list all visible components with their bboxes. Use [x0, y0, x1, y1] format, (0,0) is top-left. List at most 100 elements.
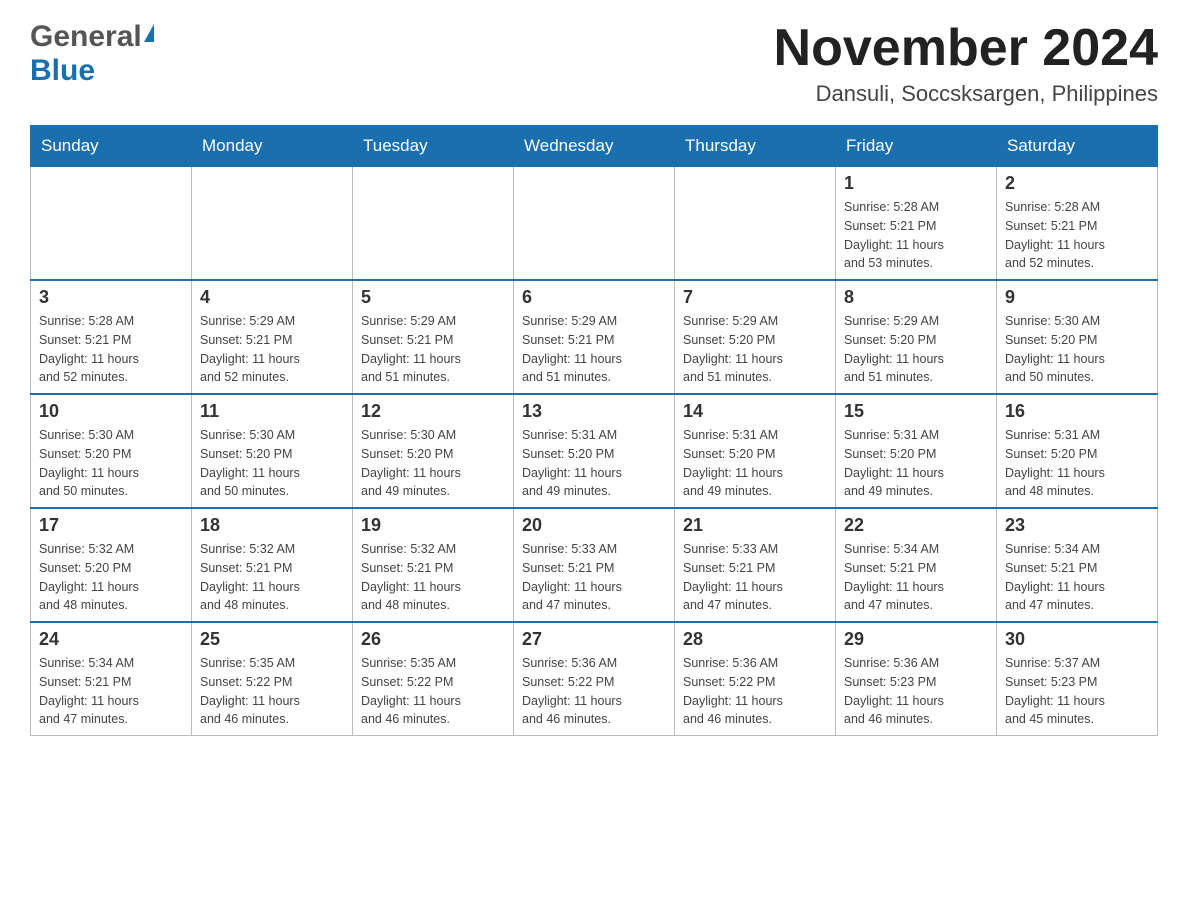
weekday-header-monday: Monday — [192, 126, 353, 167]
day-number: 28 — [683, 629, 827, 650]
weekday-header-wednesday: Wednesday — [514, 126, 675, 167]
day-number: 21 — [683, 515, 827, 536]
day-info: Sunrise: 5:30 AMSunset: 5:20 PMDaylight:… — [39, 426, 183, 501]
calendar-cell: 4 Sunrise: 5:29 AMSunset: 5:21 PMDaylight… — [192, 280, 353, 394]
calendar-cell — [353, 167, 514, 281]
day-number: 14 — [683, 401, 827, 422]
day-info: Sunrise: 5:33 AMSunset: 5:21 PMDaylight:… — [683, 540, 827, 615]
day-info: Sunrise: 5:29 AMSunset: 5:21 PMDaylight:… — [361, 312, 505, 387]
day-info: Sunrise: 5:36 AMSunset: 5:22 PMDaylight:… — [683, 654, 827, 729]
calendar-cell: 10 Sunrise: 5:30 AMSunset: 5:20 PMDayligh… — [31, 394, 192, 508]
day-number: 25 — [200, 629, 344, 650]
day-info: Sunrise: 5:28 AMSunset: 5:21 PMDaylight:… — [39, 312, 183, 387]
day-info: Sunrise: 5:28 AMSunset: 5:21 PMDaylight:… — [1005, 198, 1149, 273]
day-info: Sunrise: 5:34 AMSunset: 5:21 PMDaylight:… — [39, 654, 183, 729]
day-number: 26 — [361, 629, 505, 650]
calendar-cell: 3Sunrise: 5:28 AMSunset: 5:21 PMDaylight… — [31, 280, 192, 394]
day-info: Sunrise: 5:29 AMSunset: 5:21 PMDaylight:… — [522, 312, 666, 387]
day-number: 11 — [200, 401, 344, 422]
day-number: 15 — [844, 401, 988, 422]
calendar-cell: 24 Sunrise: 5:34 AMSunset: 5:21 PMDayligh… — [31, 622, 192, 736]
month-title: November 2024 — [774, 20, 1158, 77]
calendar-week-row: 17Sunrise: 5:32 AMSunset: 5:20 PMDayligh… — [31, 508, 1158, 622]
calendar-cell: 25 Sunrise: 5:35 AMSunset: 5:22 PMDayligh… — [192, 622, 353, 736]
day-number: 12 — [361, 401, 505, 422]
day-number: 4 — [200, 287, 344, 308]
calendar-cell: 27 Sunrise: 5:36 AMSunset: 5:22 PMDayligh… — [514, 622, 675, 736]
day-info: Sunrise: 5:35 AMSunset: 5:22 PMDaylight:… — [361, 654, 505, 729]
day-number: 29 — [844, 629, 988, 650]
logo-blue: Blue — [30, 54, 95, 87]
day-info: Sunrise: 5:31 AMSunset: 5:20 PMDaylight:… — [522, 426, 666, 501]
day-info: Sunrise: 5:30 AMSunset: 5:20 PMDaylight:… — [361, 426, 505, 501]
day-number: 5 — [361, 287, 505, 308]
day-number: 1 — [844, 173, 988, 194]
day-info: Sunrise: 5:35 AMSunset: 5:22 PMDaylight:… — [200, 654, 344, 729]
calendar-cell: 2 Sunrise: 5:28 AMSunset: 5:21 PMDaylight… — [997, 167, 1158, 281]
weekday-header-tuesday: Tuesday — [353, 126, 514, 167]
logo-triangle-icon — [144, 24, 154, 42]
logo: General Blue — [30, 20, 154, 88]
day-number: 16 — [1005, 401, 1149, 422]
calendar-cell: 14 Sunrise: 5:31 AMSunset: 5:20 PMDayligh… — [675, 394, 836, 508]
day-number: 8 — [844, 287, 988, 308]
calendar-cell: 29 Sunrise: 5:36 AMSunset: 5:23 PMDayligh… — [836, 622, 997, 736]
calendar-week-row: 24 Sunrise: 5:34 AMSunset: 5:21 PMDayligh… — [31, 622, 1158, 736]
calendar-cell: 28 Sunrise: 5:36 AMSunset: 5:22 PMDayligh… — [675, 622, 836, 736]
calendar-cell: 16Sunrise: 5:31 AMSunset: 5:20 PMDayligh… — [997, 394, 1158, 508]
day-info: Sunrise: 5:32 AMSunset: 5:21 PMDaylight:… — [361, 540, 505, 615]
location-title: Dansuli, Soccsksargen, Philippines — [774, 81, 1158, 107]
calendar-cell — [192, 167, 353, 281]
weekday-header-sunday: Sunday — [31, 126, 192, 167]
day-info: Sunrise: 5:29 AMSunset: 5:21 PMDaylight:… — [200, 312, 344, 387]
logo-general: General — [30, 20, 142, 54]
day-info: Sunrise: 5:28 AMSunset: 5:21 PMDaylight:… — [844, 198, 988, 273]
day-number: 19 — [361, 515, 505, 536]
page-header: General Blue November 2024 Dansuli, Socc… — [30, 20, 1158, 107]
day-info: Sunrise: 5:30 AMSunset: 5:20 PMDaylight:… — [1005, 312, 1149, 387]
weekday-header-thursday: Thursday — [675, 126, 836, 167]
calendar-cell: 12 Sunrise: 5:30 AMSunset: 5:20 PMDayligh… — [353, 394, 514, 508]
day-number: 7 — [683, 287, 827, 308]
calendar-cell: 8Sunrise: 5:29 AMSunset: 5:20 PMDaylight… — [836, 280, 997, 394]
day-info: Sunrise: 5:30 AMSunset: 5:20 PMDaylight:… — [200, 426, 344, 501]
calendar-cell: 1 Sunrise: 5:28 AMSunset: 5:21 PMDaylight… — [836, 167, 997, 281]
day-number: 13 — [522, 401, 666, 422]
calendar-cell: 15 Sunrise: 5:31 AMSunset: 5:20 PMDayligh… — [836, 394, 997, 508]
day-info: Sunrise: 5:32 AMSunset: 5:20 PMDaylight:… — [39, 540, 183, 615]
day-number: 27 — [522, 629, 666, 650]
calendar-cell: 11 Sunrise: 5:30 AMSunset: 5:20 PMDayligh… — [192, 394, 353, 508]
day-info: Sunrise: 5:34 AMSunset: 5:21 PMDaylight:… — [1005, 540, 1149, 615]
calendar-week-row: 1 Sunrise: 5:28 AMSunset: 5:21 PMDaylight… — [31, 167, 1158, 281]
calendar-cell: 13 Sunrise: 5:31 AMSunset: 5:20 PMDayligh… — [514, 394, 675, 508]
day-number: 24 — [39, 629, 183, 650]
day-number: 18 — [200, 515, 344, 536]
day-info: Sunrise: 5:34 AMSunset: 5:21 PMDaylight:… — [844, 540, 988, 615]
weekday-header-row: SundayMondayTuesdayWednesdayThursdayFrid… — [31, 126, 1158, 167]
weekday-header-friday: Friday — [836, 126, 997, 167]
calendar-cell — [31, 167, 192, 281]
calendar-cell: 30 Sunrise: 5:37 AMSunset: 5:23 PMDayligh… — [997, 622, 1158, 736]
calendar-cell: 20 Sunrise: 5:33 AMSunset: 5:21 PMDayligh… — [514, 508, 675, 622]
day-number: 10 — [39, 401, 183, 422]
calendar-cell: 21 Sunrise: 5:33 AMSunset: 5:21 PMDayligh… — [675, 508, 836, 622]
day-info: Sunrise: 5:31 AMSunset: 5:20 PMDaylight:… — [683, 426, 827, 501]
day-number: 2 — [1005, 173, 1149, 194]
calendar-cell: 26 Sunrise: 5:35 AMSunset: 5:22 PMDayligh… — [353, 622, 514, 736]
day-info: Sunrise: 5:36 AMSunset: 5:22 PMDaylight:… — [522, 654, 666, 729]
day-number: 30 — [1005, 629, 1149, 650]
calendar-cell — [675, 167, 836, 281]
calendar-cell: 19 Sunrise: 5:32 AMSunset: 5:21 PMDayligh… — [353, 508, 514, 622]
calendar-cell: 23Sunrise: 5:34 AMSunset: 5:21 PMDayligh… — [997, 508, 1158, 622]
calendar-cell: 18 Sunrise: 5:32 AMSunset: 5:21 PMDayligh… — [192, 508, 353, 622]
day-info: Sunrise: 5:32 AMSunset: 5:21 PMDaylight:… — [200, 540, 344, 615]
day-info: Sunrise: 5:33 AMSunset: 5:21 PMDaylight:… — [522, 540, 666, 615]
day-info: Sunrise: 5:36 AMSunset: 5:23 PMDaylight:… — [844, 654, 988, 729]
calendar-cell: 22Sunrise: 5:34 AMSunset: 5:21 PMDayligh… — [836, 508, 997, 622]
day-info: Sunrise: 5:31 AMSunset: 5:20 PMDaylight:… — [844, 426, 988, 501]
day-number: 6 — [522, 287, 666, 308]
day-info: Sunrise: 5:37 AMSunset: 5:23 PMDaylight:… — [1005, 654, 1149, 729]
day-number: 20 — [522, 515, 666, 536]
calendar-week-row: 3Sunrise: 5:28 AMSunset: 5:21 PMDaylight… — [31, 280, 1158, 394]
calendar-table: SundayMondayTuesdayWednesdayThursdayFrid… — [30, 125, 1158, 736]
